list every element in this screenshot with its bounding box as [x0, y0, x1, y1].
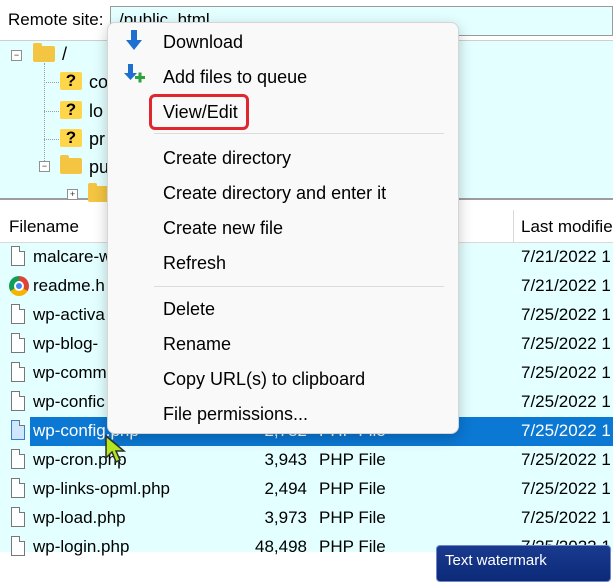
expand-icon[interactable]: +: [67, 189, 78, 200]
file-name: malcare-w: [33, 247, 112, 266]
column-filename[interactable]: Filename: [9, 217, 79, 237]
file-modified: 7/25/2022 1: [521, 479, 611, 498]
tree-item-root[interactable]: /: [62, 40, 67, 68]
unknown-folder-icon: ?: [60, 129, 82, 147]
tree-item-lo[interactable]: lo: [89, 97, 103, 125]
file-type: PHP File: [319, 508, 386, 527]
folder-icon: [33, 43, 55, 62]
menu-item-copy-urls[interactable]: Copy URL(s) to clipboard: [108, 363, 458, 396]
file-type: PHP File: [319, 450, 386, 469]
remote-site-label: Remote site:: [8, 10, 104, 29]
file-name: wp-comm: [33, 363, 107, 382]
menu-item-delete[interactable]: Delete: [108, 293, 458, 326]
file-row[interactable]: wp-load.php 3,973 PHP File 7/25/2022 1: [0, 504, 613, 533]
text-watermark: Text watermark: [436, 545, 611, 582]
menu-item-refresh[interactable]: Refresh: [108, 247, 458, 280]
file-name: readme.h: [33, 276, 105, 295]
file-icon: [11, 362, 25, 382]
file-row[interactable]: wp-cron.php 3,943 PHP File 7/25/2022 1: [0, 446, 613, 475]
chrome-icon: [9, 276, 29, 296]
tree-item-pr[interactable]: pr: [89, 125, 105, 153]
collapse-icon[interactable]: −: [39, 161, 50, 172]
file-size: 3,973: [264, 508, 307, 527]
file-modified: 7/25/2022 1: [521, 305, 611, 324]
menu-item-create-directory[interactable]: Create directory: [108, 142, 458, 175]
file-name: wp-blog-: [33, 334, 99, 353]
file-type: PHP File: [319, 479, 386, 498]
unknown-folder-icon: ?: [60, 101, 82, 119]
mouse-cursor-icon: [105, 434, 127, 464]
menu-item-create-new-file[interactable]: Create new file: [108, 212, 458, 245]
file-row[interactable]: wp-links-opml.php 2,494 PHP File 7/25/2022 …: [0, 475, 613, 504]
menu-item-create-directory-enter[interactable]: Create directory and enter it: [108, 177, 458, 210]
folder-icon: [60, 155, 82, 174]
file-modified: 7/21/2022 1: [521, 247, 611, 266]
menu-item-add-to-queue[interactable]: Add files to queue: [108, 61, 458, 94]
file-modified: 7/25/2022 1: [521, 508, 611, 527]
file-modified: 7/21/2022 1: [521, 276, 611, 295]
collapse-icon[interactable]: −: [11, 50, 22, 61]
file-type: PHP File: [319, 537, 386, 556]
file-icon: [11, 391, 25, 411]
tree-item-co[interactable]: co: [89, 68, 108, 96]
file-icon: [11, 304, 25, 324]
menu-item-download[interactable]: Download: [108, 26, 458, 59]
menu-item-file-permissions[interactable]: File permissions...: [108, 398, 458, 431]
file-size: 48,498: [255, 537, 307, 556]
file-modified: 7/25/2022 1: [521, 334, 611, 353]
column-last-modified[interactable]: Last modifie: [521, 217, 613, 237]
file-modified: 7/25/2022 1: [521, 421, 611, 440]
context-menu: Download Add files to queue View/Edit Cr…: [107, 22, 459, 434]
menu-item-rename[interactable]: Rename: [108, 328, 458, 361]
file-modified: 7/25/2022 1: [521, 363, 611, 382]
file-name: wp-activa: [33, 305, 105, 324]
file-icon: [11, 246, 25, 266]
file-name: wp-confic: [33, 392, 105, 411]
file-modified: 7/25/2022 1: [521, 450, 611, 469]
file-size: 2,494: [264, 479, 307, 498]
view-edit-highlight: [149, 94, 249, 130]
unknown-folder-icon: ?: [60, 72, 82, 90]
file-size: 3,943: [264, 450, 307, 469]
file-modified: 7/25/2022 1: [521, 392, 611, 411]
file-icon: [11, 333, 25, 353]
